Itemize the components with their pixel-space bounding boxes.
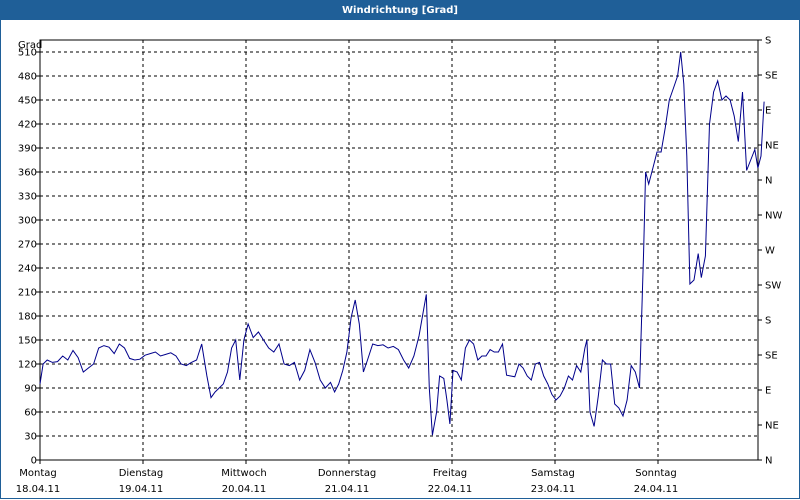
y-tick-label: 270 bbox=[18, 240, 37, 251]
y-tick-label: 450 bbox=[18, 96, 37, 107]
compass-tick-label: E bbox=[765, 386, 771, 397]
y-tick-label: 330 bbox=[18, 192, 37, 203]
y-tick-label: 360 bbox=[18, 168, 37, 179]
compass-axis-ticks: N NE E SE S SW W NW N NE E SE S bbox=[758, 36, 782, 467]
x-tick-date: 20.04.11 bbox=[222, 484, 267, 495]
compass-tick-label: SE bbox=[765, 71, 778, 82]
compass-tick-label: NE bbox=[765, 141, 779, 152]
grid bbox=[40, 40, 758, 460]
x-tick-date: 24.04.11 bbox=[634, 484, 679, 495]
y-tick-label: 300 bbox=[18, 216, 37, 227]
x-tick-day: Mittwoch bbox=[221, 468, 266, 479]
y-tick-label: 30 bbox=[24, 432, 37, 443]
y-tick-label: 0 bbox=[31, 456, 37, 467]
compass-tick-label: S bbox=[765, 36, 771, 47]
compass-tick-label: E bbox=[765, 106, 771, 117]
x-tick-date: 21.04.11 bbox=[325, 484, 370, 495]
chart-title: Windrichtung [Grad] bbox=[0, 0, 800, 20]
x-tick-date: 23.04.11 bbox=[531, 484, 576, 495]
compass-tick-label: N bbox=[765, 176, 772, 187]
y-tick-label: 120 bbox=[18, 360, 37, 371]
x-tick-day: Freitag bbox=[433, 468, 467, 479]
x-tick-date: 18.04.11 bbox=[16, 484, 61, 495]
compass-tick-label: W bbox=[765, 246, 775, 257]
y-tick-label: 510 bbox=[18, 48, 37, 59]
x-tick-day: Donnerstag bbox=[318, 468, 376, 479]
x-tick-day: Dienstag bbox=[119, 468, 164, 479]
y-tick-label: 210 bbox=[18, 288, 37, 299]
y-tick-label: 480 bbox=[18, 72, 37, 83]
compass-tick-label: N bbox=[765, 456, 772, 467]
compass-tick-label: NE bbox=[765, 421, 779, 432]
compass-tick-label: SW bbox=[765, 281, 781, 292]
x-tick-day: Samstag bbox=[531, 468, 575, 479]
compass-tick-label: SE bbox=[765, 351, 778, 362]
y-axis-ticks: 0 30 60 90 120 150 180 210 240 270 300 330 360 390 420… bbox=[18, 48, 40, 467]
y-tick-label: 420 bbox=[18, 120, 37, 131]
x-tick-date: 19.04.11 bbox=[119, 484, 164, 495]
y-tick-label: 90 bbox=[24, 384, 37, 395]
compass-tick-label: NW bbox=[765, 211, 782, 222]
plot-area bbox=[39, 39, 759, 461]
wind-direction-chart: Grad 03060901201501802102402703003303603… bbox=[16, 36, 783, 496]
y-tick-label: 150 bbox=[18, 336, 37, 347]
y-tick-label: 60 bbox=[24, 408, 37, 419]
y-tick-label: 180 bbox=[18, 312, 37, 323]
x-tick-date: 22.04.11 bbox=[428, 484, 473, 495]
x-tick-day: Montag bbox=[19, 468, 56, 479]
x-axis-ticks: Montag 18.04.11 Dienstag 19.04.11 Mittwoch 20… bbox=[16, 460, 679, 495]
y-tick-label: 240 bbox=[18, 264, 37, 275]
x-tick-day: Sonntag bbox=[635, 468, 677, 479]
compass-tick-label: S bbox=[765, 316, 771, 327]
y-tick-label: 390 bbox=[18, 144, 37, 155]
